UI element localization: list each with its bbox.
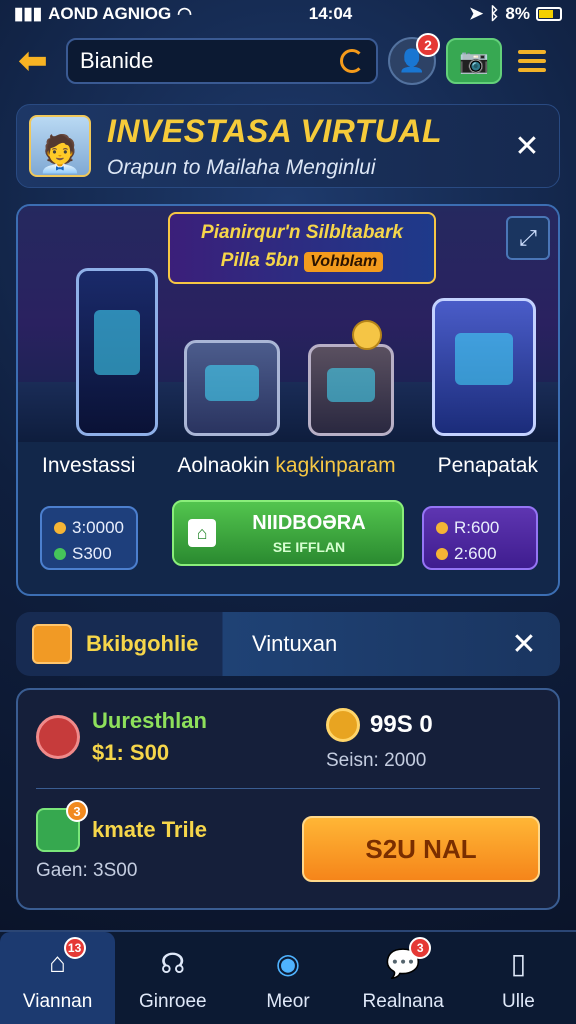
- expand-icon[interactable]: ⤢: [506, 216, 550, 260]
- nav-badge: 13: [63, 937, 86, 959]
- banner-illustration: Pianirqur'n Silbltabark Pilla 5bn Vohbla…: [18, 206, 558, 442]
- house-icon: ⌂: [188, 519, 216, 547]
- status-bar: ▮▮▮ AOND AGNIOG ◠ 14:04 ➤ ᛒ 8%: [0, 0, 576, 28]
- orb-icon: ◉: [275, 947, 301, 979]
- phone-illustration: [76, 268, 158, 436]
- search-input[interactable]: Bianide: [66, 38, 378, 84]
- trade-title: kmate Trile: [92, 817, 207, 842]
- wifi-icon: ◠: [177, 4, 193, 23]
- nav-badge: 3: [409, 937, 432, 959]
- feature-label: Investassi: [42, 454, 136, 477]
- invest-button[interactable]: ⌂ NIIDBOƏRA SE IFFLAN: [172, 500, 404, 566]
- nav-item-support[interactable]: ☊ Ginroee: [115, 932, 230, 1024]
- investment-stats: 99S 0 Seisn: 2000: [326, 708, 433, 772]
- back-arrow-icon[interactable]: ⬅: [10, 38, 56, 84]
- home-icon: ⌂ 13: [38, 937, 86, 983]
- section-header: Bkibgohlie Vintuxan ✕: [16, 612, 560, 676]
- investment-title: Uuresthlan: [92, 708, 207, 733]
- feature-label-highlight: kagkinparam: [275, 454, 396, 477]
- investment-value: 99S 0: [370, 711, 433, 738]
- promo-chip: Vohblam: [304, 252, 384, 272]
- nav-item-center[interactable]: ◉ Meor: [230, 932, 345, 1024]
- location-icon: ➤: [468, 4, 484, 23]
- close-icon[interactable]: ✕: [507, 126, 547, 166]
- promo-banner: Pianirqur'n Silbltabark Pilla 5bn Vohbla…: [16, 204, 560, 596]
- nav-label: Ginroee: [139, 991, 207, 1012]
- invest-button-label: NIIDBOƏRA: [252, 511, 366, 534]
- stat-value: R:600: [454, 518, 500, 537]
- nav-item-chat[interactable]: 💬 3 Realnana: [346, 932, 461, 1024]
- feature-label: Aolnaokin: [177, 454, 270, 477]
- page-subtitle: Orapun to Mailaha Menginlui: [107, 155, 376, 179]
- trade-badge: 3: [66, 800, 88, 822]
- camera-button[interactable]: 📷: [446, 38, 502, 84]
- promo-tag: Pianirqur'n Silbltabark Pilla 5bn Vohbla…: [168, 212, 436, 284]
- investment-amount: $1: S00: [92, 740, 170, 765]
- nav-label: Viannan: [22, 991, 93, 1012]
- loading-spinner-icon: [340, 49, 364, 73]
- feature-labels: Investassi Aolnaokin kagkinparam Penapat…: [18, 454, 558, 478]
- investment-note: Seisn: 2000: [326, 750, 427, 771]
- camera-icon: 📷: [459, 47, 489, 75]
- bottom-nav: ⌂ 13 Viannan ☊ Ginroee ◉ Meor 💬 3 Realnana…: [0, 930, 576, 1024]
- tab-right[interactable]: Vintuxan: [242, 631, 504, 657]
- stat-box-left[interactable]: 3:0000 S300: [40, 506, 138, 570]
- investment-panel: Uuresthlan $1: S00 99S 0 Seisn: 2000 3 k…: [16, 688, 560, 910]
- carrier-label: AOND AGNIOG: [48, 4, 172, 23]
- chat-icon: 💬 3: [383, 937, 432, 983]
- star-icon: [436, 548, 448, 560]
- battery-icon: [536, 7, 562, 21]
- search-value: Bianide: [80, 48, 154, 73]
- stat-value: 2:600: [454, 544, 497, 563]
- battery-percent: 8%: [505, 4, 530, 23]
- briefcase-illustration: [184, 340, 280, 436]
- divider: [36, 788, 540, 789]
- nav-label: Meor: [266, 991, 310, 1012]
- user-button[interactable]: 👤 2: [388, 33, 440, 85]
- invest-button-sublabel: SE IFFLAN: [272, 538, 346, 555]
- top-bar: ⬅ Bianide 👤 2 📷: [0, 33, 576, 88]
- nav-label: Ulle: [502, 991, 535, 1012]
- stat-value: S300: [72, 544, 112, 563]
- headset-icon: ☊: [160, 947, 186, 979]
- avatar: 🧑‍💼: [29, 115, 91, 177]
- promo-line1: Pianirqur'n Silbltabark: [201, 222, 403, 243]
- notification-badge: 2: [416, 33, 440, 57]
- trade-row[interactable]: 3 kmate Trile: [36, 800, 207, 852]
- action-button[interactable]: S2U NAL: [302, 816, 540, 882]
- close-icon[interactable]: ✕: [504, 624, 544, 664]
- page-title: INVESTASA VIRTUAL: [107, 112, 443, 149]
- safe-illustration: [308, 344, 394, 436]
- tablet-illustration: [432, 298, 536, 436]
- nav-item-exit[interactable]: ▯ Ulle: [461, 932, 576, 1024]
- leaf-icon: 3: [36, 800, 88, 852]
- bluetooth-icon: ᛒ: [489, 4, 500, 23]
- nav-item-home[interactable]: ⌂ 13 Viannan: [0, 932, 116, 1024]
- promo-line2: Pilla 5bn: [220, 250, 299, 271]
- gem-icon: [54, 548, 66, 560]
- stat-value: 3:0000: [72, 518, 124, 537]
- coin-icon: [54, 522, 66, 534]
- trade-note: Gaen: 3S00: [36, 860, 138, 881]
- clock: 14:04: [308, 4, 353, 23]
- stat-box-right[interactable]: R:600 2:600: [422, 506, 538, 570]
- investment-row[interactable]: Uuresthlan $1: S00: [36, 708, 207, 766]
- tab-left[interactable]: Bkibgohlie: [86, 631, 242, 657]
- gear-icon: [326, 708, 360, 742]
- menu-button[interactable]: [512, 41, 552, 81]
- nav-label: Realnana: [362, 991, 444, 1012]
- feature-label: Penapatak: [437, 454, 538, 477]
- hero-card: 🧑‍💼 INVESTASA VIRTUAL Orapun to Mailaha …: [16, 104, 560, 188]
- coin-icon: [436, 522, 448, 534]
- signal-icon: ▮▮▮: [14, 4, 43, 23]
- wallet-icon: [36, 715, 80, 759]
- stats-row: 3:0000 S300 ⌂ NIIDBOƏRA SE IFFLAN R:600 …: [18, 498, 558, 578]
- box-icon: [32, 624, 72, 664]
- coin-icon: [352, 320, 382, 350]
- door-icon: ▯: [510, 947, 527, 979]
